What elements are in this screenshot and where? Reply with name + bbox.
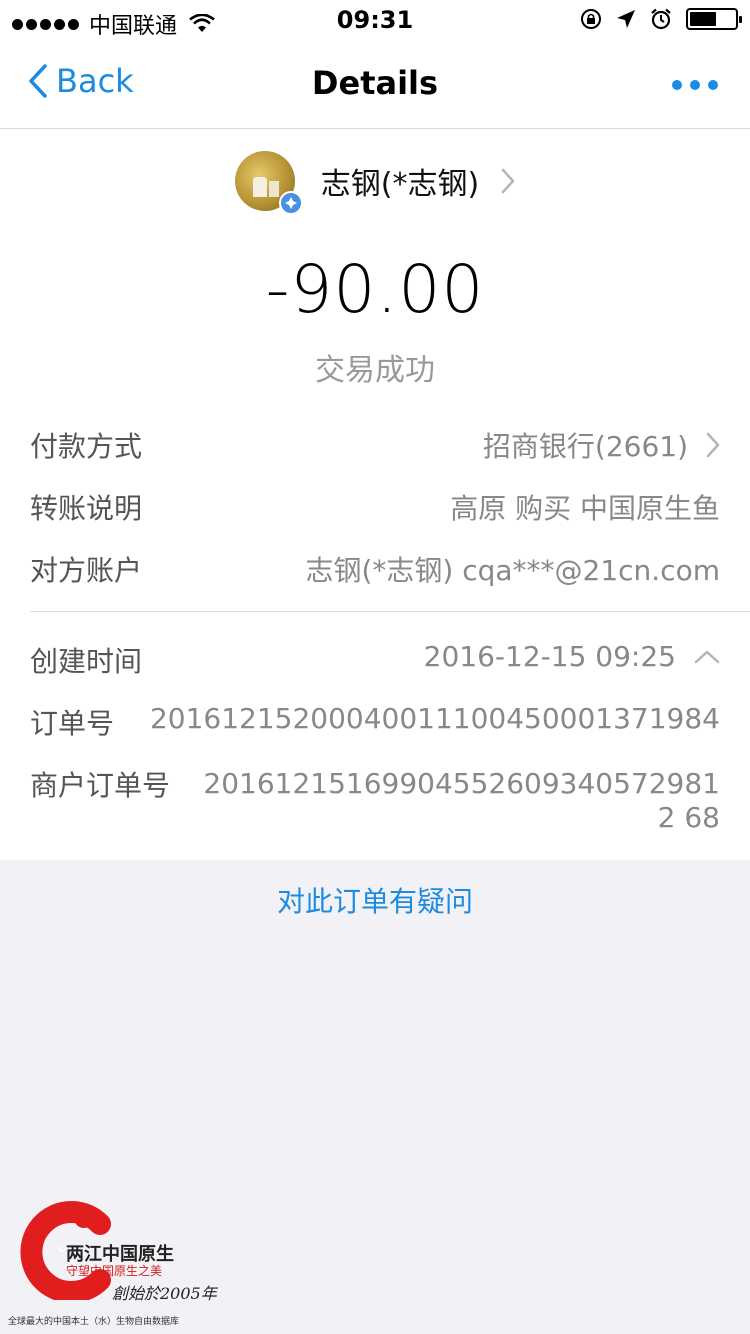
- more-options-button[interactable]: [672, 80, 718, 90]
- verified-badge-icon: [278, 191, 303, 215]
- chevron-up-icon: [694, 650, 720, 663]
- created-time-label: 创建时间: [30, 645, 143, 678]
- order-number-row: 订单号 20161215200040011100450001371984: [30, 702, 720, 742]
- merchant-order-label: 商户订单号: [30, 769, 171, 802]
- status-right: [580, 8, 742, 30]
- transaction-amount: -90.00: [265, 251, 485, 328]
- transfer-note-value: 高原 购买 中国原生鱼: [450, 492, 720, 525]
- merchant-order-value: 201612151699045526093405729812 68: [203, 767, 720, 834]
- created-time-row[interactable]: 创建时间 2016-12-15 09:25: [30, 640, 720, 680]
- transaction-detail-card: 志钢(*志钢) -90.00 交易成功 付款方式 招商银行(2661) 转账说明…: [0, 129, 750, 860]
- more-dot-icon: [690, 80, 700, 90]
- more-dot-icon: [672, 80, 682, 90]
- payee-avatar-wrap: [234, 151, 303, 215]
- transaction-status: 交易成功: [315, 353, 435, 388]
- status-bar: 中国联通 09:31: [0, 0, 750, 40]
- battery-level: [690, 12, 716, 26]
- counterparty-row: 对方账户 志钢(*志钢) cqa***@21cn.com: [30, 549, 720, 589]
- payment-method-label: 付款方式: [30, 430, 143, 463]
- order-inquiry-link[interactable]: 对此订单有疑问: [0, 880, 750, 920]
- rotation-lock-icon: [581, 9, 601, 29]
- battery-icon: [686, 8, 742, 30]
- transfer-note-label: 转账说明: [30, 492, 143, 525]
- navigation-bar: Back Details: [0, 40, 750, 129]
- chevron-right-icon: [706, 432, 720, 458]
- chevron-right-icon: [501, 168, 515, 194]
- watermark-footer: 全球最大的中国本土（水）生物自由数据库: [8, 1317, 180, 1327]
- order-number-value: 20161215200040011100450001371984: [149, 702, 720, 735]
- order-number-label: 订单号: [30, 707, 115, 740]
- alarm-icon: [651, 8, 671, 30]
- payee-name: 志钢(*志钢): [320, 167, 480, 202]
- created-time-value-wrap: 2016-12-15 09:25: [424, 640, 720, 673]
- location-arrow-icon: [617, 10, 635, 28]
- watermark-logo: 两江中国原生 守望中国原生之美 創始於2005年 全球最大的中国本土（水）生物自…: [8, 1198, 228, 1334]
- counterparty-value: 志钢(*志钢) cqa***@21cn.com: [305, 554, 720, 587]
- payment-method-value-wrap: 招商银行(2661): [483, 425, 720, 465]
- payee-row[interactable]: 志钢(*志钢): [0, 151, 750, 215]
- counterparty-label: 对方账户: [30, 554, 143, 587]
- more-dot-icon: [708, 80, 718, 90]
- divider: [30, 611, 750, 612]
- payment-method-value: 招商银行(2661): [482, 430, 688, 463]
- page-title: Details: [311, 64, 439, 102]
- watermark-signature: 創始於2005年: [112, 1284, 217, 1303]
- created-time-value: 2016-12-15 09:25: [423, 640, 676, 673]
- transfer-note-row: 转账说明 高原 购买 中国原生鱼: [30, 487, 720, 527]
- watermark-subtitle: 守望中国原生之美: [66, 1264, 163, 1278]
- payment-method-row[interactable]: 付款方式 招商银行(2661): [30, 425, 720, 465]
